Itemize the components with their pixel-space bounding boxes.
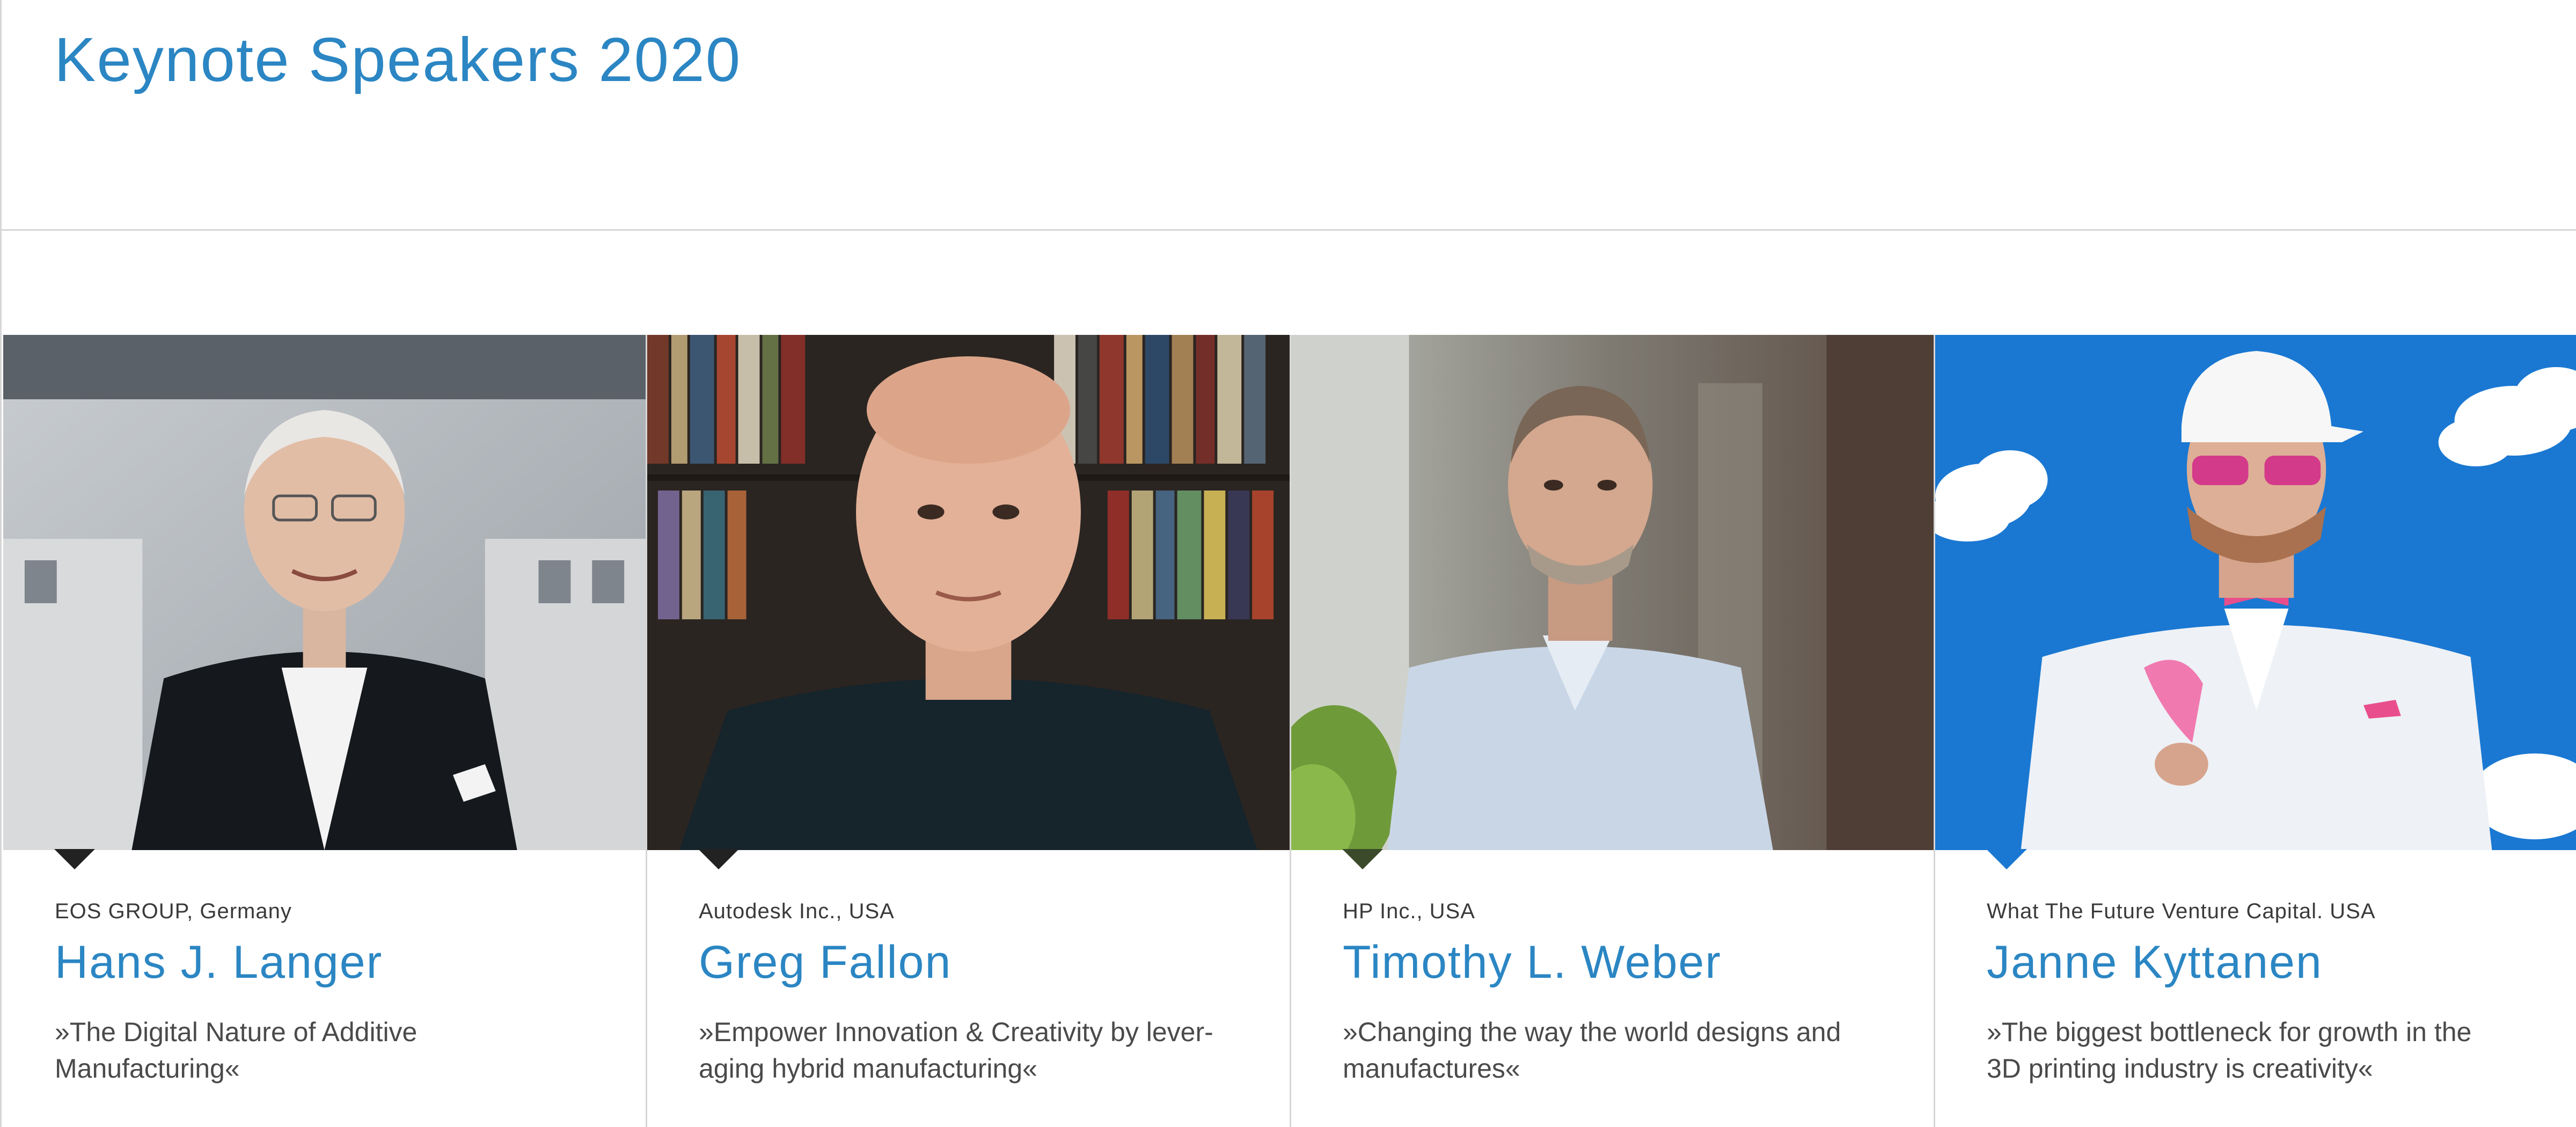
portrait-photo-icon	[1291, 335, 1934, 850]
quote-line: »The biggest bottleneck for growth in th…	[1987, 1017, 2472, 1047]
speaker-photo[interactable]	[3, 335, 646, 850]
speaker-card-timothy-weber[interactable]: HP Inc., USA Timothy L. Weber »Changing …	[1291, 335, 1935, 1127]
quote-line: »Changing the way the world designs and	[1343, 1017, 1841, 1047]
speaker-photo[interactable]	[1935, 335, 2576, 850]
speaker-company: EOS GROUP, Germany	[55, 899, 292, 923]
quote-line: »The Digital Nature of Additive	[55, 1017, 418, 1047]
quote-line: 3D printing industry is creativity«	[1987, 1053, 2373, 1084]
speaker-quote: »The biggest bottleneck for growth in th…	[1987, 1014, 2534, 1087]
portrait-photo-icon	[3, 335, 646, 850]
page-header: Keynote Speakers 2020	[2, 0, 2576, 231]
speaker-quote: »Changing the way the world designs and …	[1343, 1014, 1890, 1087]
speaker-name[interactable]: Greg Fallon	[699, 936, 952, 989]
card-pointer-icon	[54, 849, 95, 869]
speaker-photo[interactable]	[647, 335, 1290, 850]
page-title: Keynote Speakers 2020	[54, 25, 742, 94]
speaker-quote: »The Digital Nature of Additive Manufact…	[55, 1014, 602, 1087]
quote-line: manufactures«	[1343, 1053, 1520, 1084]
speaker-photo[interactable]	[1291, 335, 1934, 850]
card-pointer-icon	[1986, 849, 2027, 869]
speaker-card-hans-langer[interactable]: EOS GROUP, Germany Hans J. Langer »The D…	[3, 335, 647, 1127]
speaker-name[interactable]: Janne Kyttanen	[1987, 936, 2323, 989]
speaker-name[interactable]: Timothy L. Weber	[1343, 936, 1722, 989]
speaker-quote: »Empower Innovation & Creativity by leve…	[699, 1014, 1246, 1087]
speaker-list: EOS GROUP, Germany Hans J. Langer »The D…	[3, 335, 2576, 1127]
quote-line: aging hybrid manufacturing«	[699, 1053, 1037, 1084]
quote-line: »Empower Innovation & Creativity by leve…	[699, 1017, 1213, 1047]
speaker-card-greg-fallon[interactable]: Autodesk Inc., USA Greg Fallon »Empower …	[647, 335, 1291, 1127]
page: Keynote Speakers 2020 EOS GROUP, Germany…	[0, 0, 2576, 1127]
speaker-company: What The Future Venture Capital. USA	[1987, 899, 2376, 923]
speaker-company: Autodesk Inc., USA	[699, 899, 895, 923]
quote-line: Manufacturing«	[55, 1053, 240, 1084]
card-pointer-icon	[698, 849, 739, 869]
card-pointer-icon	[1342, 849, 1383, 869]
portrait-photo-icon	[1935, 335, 2576, 850]
speaker-card-janne-kyttanen[interactable]: What The Future Venture Capital. USA Jan…	[1935, 335, 2576, 1127]
portrait-photo-icon	[647, 335, 1290, 850]
speaker-name[interactable]: Hans J. Langer	[55, 936, 383, 989]
speaker-company: HP Inc., USA	[1343, 899, 1475, 923]
